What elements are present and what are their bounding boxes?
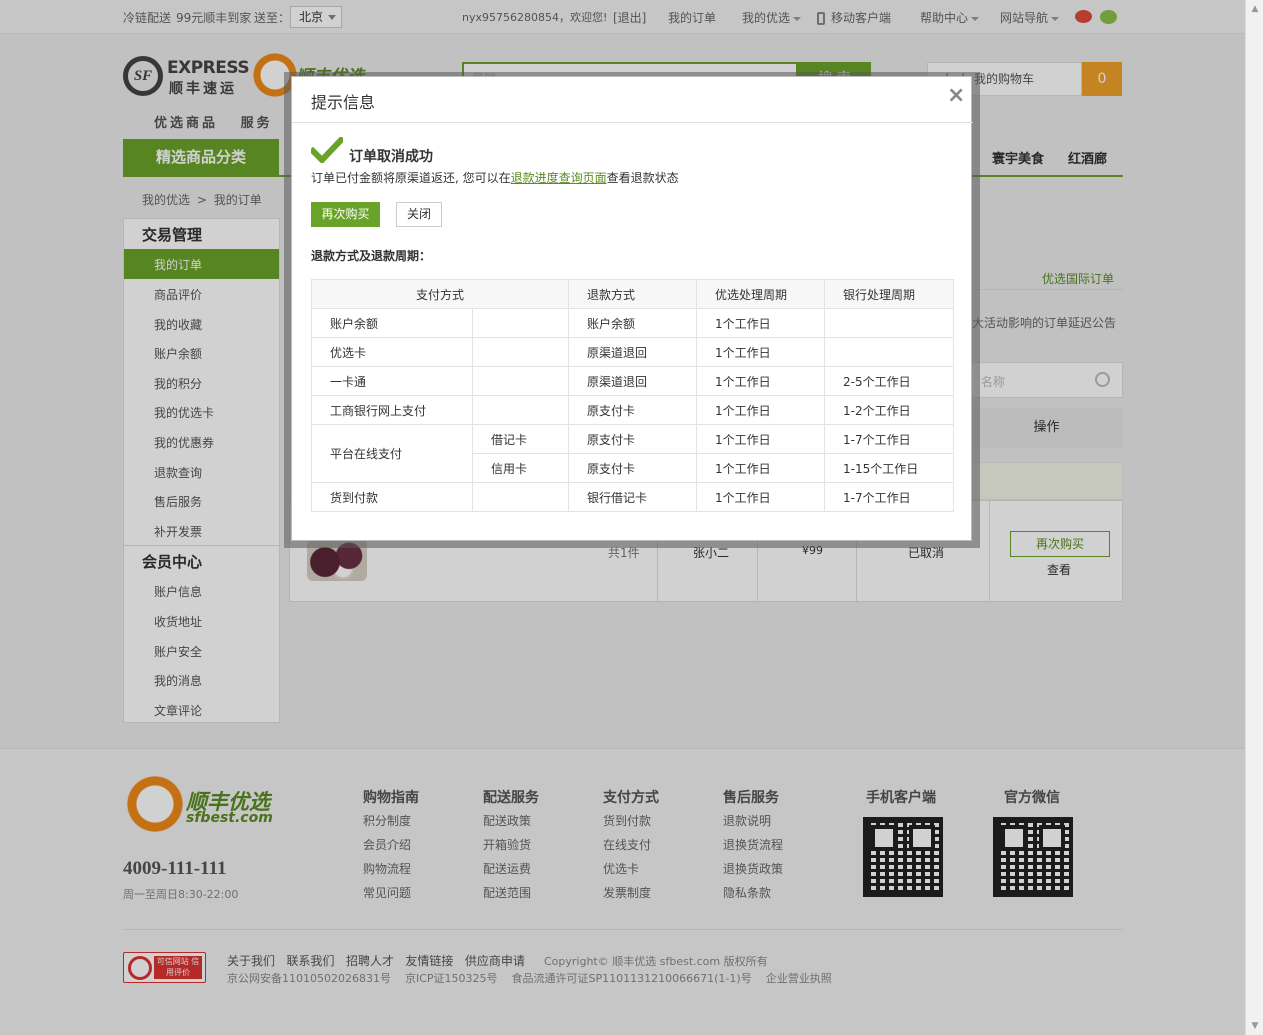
cancel-success-title: 订单取消成功 [349, 149, 433, 165]
cell-sub: 借记卡 [472, 424, 569, 454]
th-sf-period: 优选处理周期 [696, 279, 825, 309]
refund-table: 支付方式 退款方式 优选处理周期 银行处理周期 账户余额 账户余额 1个工作日 … [311, 279, 954, 512]
cell-sub [472, 366, 569, 396]
cell-bank: 1-7个工作日 [824, 424, 954, 454]
cell-refund: 原渠道退回 [568, 366, 697, 396]
refund-description: 订单已付金额将原渠道返还, 您可以在退款进度查询页面查看退款状态 [311, 169, 679, 186]
refund-info-dialog: 提示信息 × 订单取消成功 订单已付金额将原渠道返还, 您可以在退款进度查询页面… [291, 76, 973, 541]
th-refund-method: 退款方式 [568, 279, 697, 309]
close-button[interactable]: 关闭 [396, 202, 442, 227]
cell-sf: 1个工作日 [696, 482, 825, 512]
cell-sf: 1个工作日 [696, 366, 825, 396]
table-row: 优选卡 原渠道退回 1个工作日 [311, 337, 954, 367]
close-icon[interactable]: × [947, 84, 965, 108]
cell-sub [472, 395, 569, 425]
cell-refund: 银行借记卡 [568, 482, 697, 512]
cell-bank: 1-2个工作日 [824, 395, 954, 425]
th-bank-period: 银行处理周期 [824, 279, 954, 309]
table-row: 平台在线支付 借记卡 原支付卡 1个工作日 1-7个工作日 [311, 424, 954, 483]
cell-pay: 工商银行网上支付 [311, 395, 473, 425]
cell-sub: 信用卡 [472, 453, 569, 483]
cell-pay: 账户余额 [311, 308, 473, 338]
cell-pay: 货到付款 [311, 482, 473, 512]
cell-sf: 1个工作日 [696, 308, 825, 338]
cell-pay: 一卡通 [311, 366, 473, 396]
cell-bank: 1-7个工作日 [824, 482, 954, 512]
scroll-up-icon[interactable]: ▲ [1250, 4, 1260, 14]
cell-bank: 2-5个工作日 [824, 366, 954, 396]
desc-before: 订单已付金额将原渠道返还, 您可以在 [311, 171, 511, 185]
cell-sub [472, 308, 569, 338]
refund-table-title: 退款方式及退款周期： [311, 249, 432, 263]
cell-sf: 1个工作日 [696, 395, 825, 425]
page: 冷链配送 99元顺丰到家 送至： 北京 nyx95756280854，欢迎您! … [0, 0, 1263, 1035]
desc-after: 查看退款状态 [606, 171, 679, 185]
cell-sub [472, 337, 569, 367]
cell-sub [472, 482, 569, 512]
cell-bank: 1-15个工作日 [824, 453, 954, 483]
th-pay-method: 支付方式 [311, 279, 569, 309]
cell-refund: 原渠道退回 [568, 337, 697, 367]
cell-pay: 优选卡 [311, 337, 473, 367]
buy-again-button[interactable]: 再次购买 [311, 202, 380, 227]
cell-sf: 1个工作日 [696, 337, 825, 367]
cell-refund: 账户余额 [568, 308, 697, 338]
cell-bank [824, 308, 954, 338]
page-scrollbar[interactable]: ▲ ▼ [1245, 0, 1263, 1035]
cell-refund: 原支付卡 [568, 424, 697, 454]
cell-pay: 平台在线支付 [311, 424, 473, 483]
table-row: 账户余额 账户余额 1个工作日 [311, 308, 954, 338]
dialog-title: 提示信息 [311, 93, 376, 112]
cell-sf: 1个工作日 [696, 453, 825, 483]
table-header-row: 支付方式 退款方式 优选处理周期 银行处理周期 [311, 279, 954, 309]
dialog-divider [292, 122, 973, 123]
cell-refund: 原支付卡 [568, 453, 697, 483]
table-row: 一卡通 原渠道退回 1个工作日 2-5个工作日 [311, 366, 954, 396]
refund-progress-link[interactable]: 退款进度查询页面 [511, 171, 607, 185]
table-row: 工商银行网上支付 原支付卡 1个工作日 1-2个工作日 [311, 395, 954, 425]
cell-sf: 1个工作日 [696, 424, 825, 454]
checkmark-icon [311, 137, 343, 163]
cell-refund: 原支付卡 [568, 395, 697, 425]
scroll-down-icon[interactable]: ▼ [1250, 1021, 1260, 1031]
cell-bank [824, 337, 954, 367]
table-row: 货到付款 银行借记卡 1个工作日 1-7个工作日 [311, 482, 954, 512]
